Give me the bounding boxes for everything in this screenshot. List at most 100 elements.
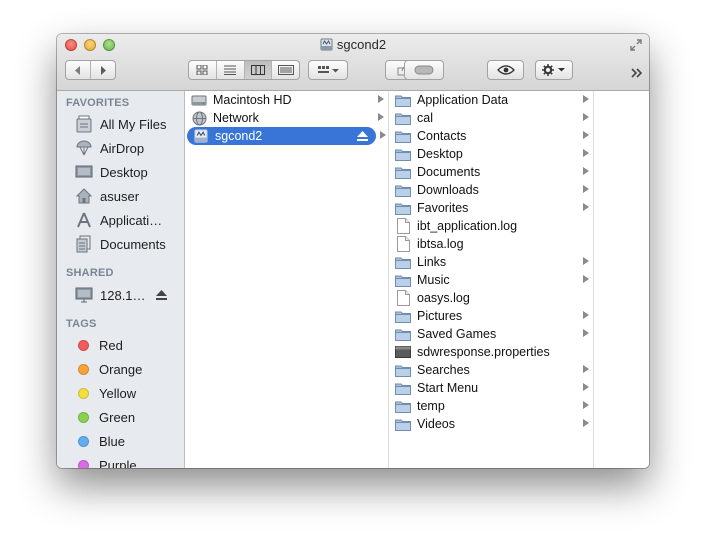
sidebar-item-shared-server[interactable]: 128.1…	[57, 284, 184, 306]
sidebar-item-applications[interactable]: Applicati…	[57, 209, 184, 231]
column-view-button[interactable]	[244, 61, 273, 79]
column-view-icon	[250, 65, 265, 75]
toolbar-overflow-icon[interactable]	[631, 65, 643, 83]
disclosure-arrow-icon	[583, 257, 589, 265]
folder-icon	[395, 308, 411, 324]
action-button[interactable]	[535, 60, 573, 80]
disclosure-arrow-icon	[583, 419, 589, 427]
disclosure-arrow-icon	[583, 185, 589, 193]
disclosure-arrow-icon	[378, 95, 384, 103]
sidebar-item-documents[interactable]: Documents	[57, 233, 184, 255]
item-label: Saved Games	[417, 327, 497, 341]
sidebar-tag-orange[interactable]: Orange	[57, 358, 184, 380]
sidebar-tag-yellow[interactable]: Yellow	[57, 382, 184, 404]
sidebar-tag-blue[interactable]: Blue	[57, 430, 184, 452]
sidebar-favorites-header: FAVORITES	[66, 97, 130, 109]
folder-icon	[395, 416, 411, 432]
list-item-sgcond2[interactable]: sgcond2	[187, 127, 386, 145]
sidebar-item-all-my-files[interactable]: All My Files	[57, 113, 184, 135]
sidebar-item-label: Yellow	[99, 385, 137, 401]
list-item[interactable]: cal	[389, 109, 593, 127]
list-item[interactable]: oasys.log	[389, 289, 593, 307]
disclosure-arrow-icon	[583, 275, 589, 283]
disclosure-arrow-icon	[583, 401, 589, 409]
sidebar-tag-purple[interactable]: Purple	[57, 454, 184, 468]
item-label: Macintosh HD	[213, 93, 292, 107]
disclosure-arrow-icon	[583, 311, 589, 319]
list-item[interactable]: Pictures	[389, 307, 593, 325]
disclosure-arrow-icon	[583, 203, 589, 211]
list-item[interactable]: Application Data	[389, 91, 593, 109]
document-file-icon	[395, 236, 411, 252]
fullscreen-icon[interactable]	[629, 38, 643, 52]
folder-icon	[395, 164, 411, 180]
arrange-button[interactable]	[308, 60, 348, 80]
list-item[interactable]: Videos	[389, 415, 593, 433]
list-item-macintosh-hd[interactable]: Macintosh HD	[185, 91, 388, 109]
list-item[interactable]: Contacts	[389, 127, 593, 145]
list-view-icon	[224, 65, 237, 75]
list-item[interactable]: Saved Games	[389, 325, 593, 343]
item-label: oasys.log	[417, 291, 470, 305]
sidebar-item-label: 128.1…	[100, 287, 146, 303]
list-item-network[interactable]: Network	[185, 109, 388, 127]
sidebar-item-home[interactable]: asuser	[57, 185, 184, 207]
sidebar-item-label: Red	[99, 337, 123, 353]
quick-look-button[interactable]	[487, 60, 524, 80]
document-file-icon	[395, 218, 411, 234]
sidebar-item-label: Purple	[99, 457, 137, 469]
list-item[interactable]: Favorites	[389, 199, 593, 217]
cover-flow-view-button[interactable]	[272, 61, 299, 79]
list-item[interactable]: Desktop	[389, 145, 593, 163]
list-item[interactable]: Music	[389, 271, 593, 289]
list-item[interactable]: Links	[389, 253, 593, 271]
monitor-icon	[74, 286, 94, 304]
eject-icon[interactable]	[155, 288, 167, 303]
browser-column-2: Application Data cal Contacts Desktop Docume…	[389, 91, 594, 468]
folder-icon	[395, 92, 411, 108]
sidebar-item-label: Documents	[100, 236, 166, 252]
forward-button[interactable]	[91, 61, 115, 79]
list-item[interactable]: Documents	[389, 163, 593, 181]
sidebar-tag-green[interactable]: Green	[57, 406, 184, 428]
sidebar-item-desktop[interactable]: Desktop	[57, 161, 184, 183]
cover-flow-icon	[277, 65, 294, 75]
list-item[interactable]: ibtsa.log	[389, 235, 593, 253]
server-disk-icon	[193, 128, 209, 144]
eye-icon	[496, 65, 515, 75]
titlebar: sgcond2	[57, 34, 649, 91]
all-files-icon	[74, 115, 94, 133]
gear-icon	[542, 64, 565, 76]
item-label: Searches	[417, 363, 470, 377]
sidebar-tag-red[interactable]: Red	[57, 334, 184, 356]
eject-icon[interactable]	[357, 130, 368, 144]
sidebar-item-airdrop[interactable]: AirDrop	[57, 137, 184, 159]
folder-icon	[395, 200, 411, 216]
item-label: Desktop	[417, 147, 463, 161]
disclosure-arrow-icon	[583, 149, 589, 157]
sidebar-item-label: Desktop	[100, 164, 148, 180]
list-item[interactable]: sdwresponse.properties	[389, 343, 593, 361]
folder-icon	[395, 380, 411, 396]
list-item[interactable]: ibt_application.log	[389, 217, 593, 235]
documents-icon	[74, 235, 94, 253]
tag-green-icon	[78, 411, 89, 423]
browser-column-1: Macintosh HD Network sgcond2	[185, 91, 389, 468]
sidebar-tags-header: TAGS	[66, 318, 97, 330]
list-item[interactable]: Searches	[389, 361, 593, 379]
list-view-button[interactable]	[217, 61, 245, 79]
browser-column-3	[594, 91, 649, 468]
item-label: Videos	[417, 417, 455, 431]
item-label: Links	[417, 255, 447, 269]
back-button[interactable]	[66, 61, 91, 79]
list-item[interactable]: Downloads	[389, 181, 593, 199]
home-icon	[74, 187, 94, 205]
list-item[interactable]: Start Menu	[389, 379, 593, 397]
list-item[interactable]: temp	[389, 397, 593, 415]
icon-view-button[interactable]	[189, 61, 217, 79]
applications-icon	[74, 211, 94, 229]
disclosure-arrow-icon	[583, 365, 589, 373]
tag-button[interactable]	[404, 60, 444, 80]
airdrop-icon	[74, 139, 94, 157]
sidebar-item-label: Applicati…	[100, 212, 163, 228]
